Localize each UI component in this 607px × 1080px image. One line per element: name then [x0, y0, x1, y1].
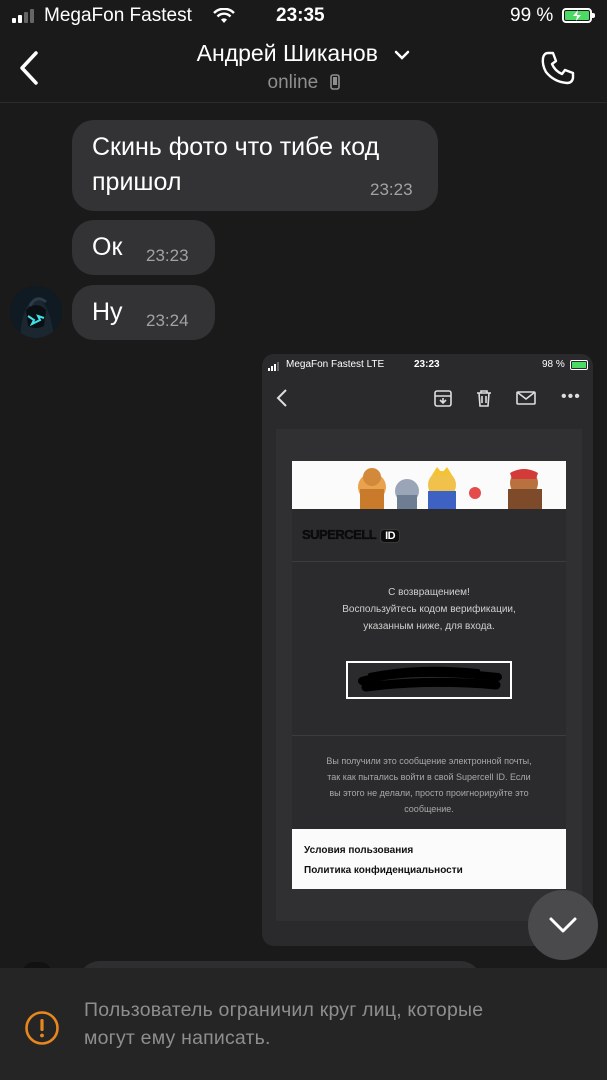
redaction-scribble: [358, 666, 502, 692]
supercell-logo: SUPERCELL ID: [302, 527, 401, 543]
privacy-link: Политика конфиденциальности: [304, 865, 463, 876]
carrier-name: MegaFon Fastest: [44, 5, 192, 26]
trash-icon: [477, 390, 491, 407]
terms-link: Условия пользования: [304, 845, 414, 856]
battery-icon: [562, 8, 595, 23]
email-card: SUPERCELL ID С возвращением! Воспользуйт…: [292, 461, 566, 889]
email-footer: Условия пользования Политика конфиденциа…: [292, 829, 566, 889]
signal-icon: [12, 9, 38, 23]
status-bar: MegaFon Fastest 23:35 99 %: [0, 0, 607, 34]
scroll-to-bottom-button[interactable]: [528, 890, 598, 960]
battery-icon: [570, 360, 588, 370]
notice-text: сообщение.: [404, 804, 454, 814]
avatar[interactable]: [10, 286, 62, 338]
inner-carrier: MegaFon Fastest LTE: [286, 359, 385, 370]
call-button[interactable]: [540, 50, 576, 86]
instruction-text: указанным ниже, для входа.: [363, 621, 495, 632]
message-bubble[interactable]: Ок 23:23: [72, 220, 215, 275]
notice-text: Вы получили это сообщение электронной по…: [326, 756, 532, 766]
instruction-text: Воспользуйтесь кодом верификации,: [342, 604, 516, 615]
email-body: SUPERCELL ID С возвращением! Воспользуйт…: [276, 429, 582, 921]
notice-text: вы этого не делали, просто проигнорируйт…: [329, 788, 529, 798]
chevron-down-icon[interactable]: [394, 50, 410, 60]
inner-clock: 23:23: [414, 359, 440, 370]
restriction-text: Пользователь ограничил круг лиц, которые…: [84, 999, 484, 1049]
signal-icon: [268, 362, 282, 371]
notice-text: так как пытались войти в свой Supercell …: [327, 772, 531, 782]
mail-icon: [516, 391, 536, 405]
inner-battery-percent: 98 %: [542, 359, 565, 370]
message-text: Ок: [92, 233, 123, 261]
greeting-text: С возвращением!: [388, 587, 470, 598]
divider: [292, 735, 566, 736]
shared-image[interactable]: MegaFon Fastest LTE 23:23 98 % ••• SUPER…: [262, 354, 593, 946]
code-box: [346, 661, 512, 699]
battery-percent: 99 %: [510, 5, 554, 26]
wifi-icon: [213, 8, 235, 23]
contact-name[interactable]: Андрей Шиканов: [0, 40, 607, 67]
banner-image: [292, 461, 566, 509]
clock: 23:35: [276, 5, 325, 26]
restriction-banner: Пользователь ограничил круг лиц, которые…: [0, 968, 607, 1080]
message-time: 23:23: [146, 246, 189, 265]
message-time: 23:24: [146, 311, 189, 330]
presence-status: online: [0, 72, 607, 94]
message-time: 23:23: [370, 180, 413, 199]
archive-icon: [434, 390, 452, 407]
more-icon: •••: [561, 388, 581, 405]
back-icon: [276, 389, 287, 407]
chat-header: Андрей Шиканов online: [0, 34, 607, 103]
message-bubble[interactable]: Ну 23:24: [72, 285, 215, 340]
mobile-icon: [329, 74, 340, 90]
warning-icon: [25, 1011, 59, 1045]
message-bubble[interactable]: Скинь фото что тибе код пришол 23:23: [72, 120, 438, 211]
message-text: Ну: [92, 298, 123, 326]
chevron-down-icon: [549, 917, 577, 933]
divider: [292, 561, 566, 562]
